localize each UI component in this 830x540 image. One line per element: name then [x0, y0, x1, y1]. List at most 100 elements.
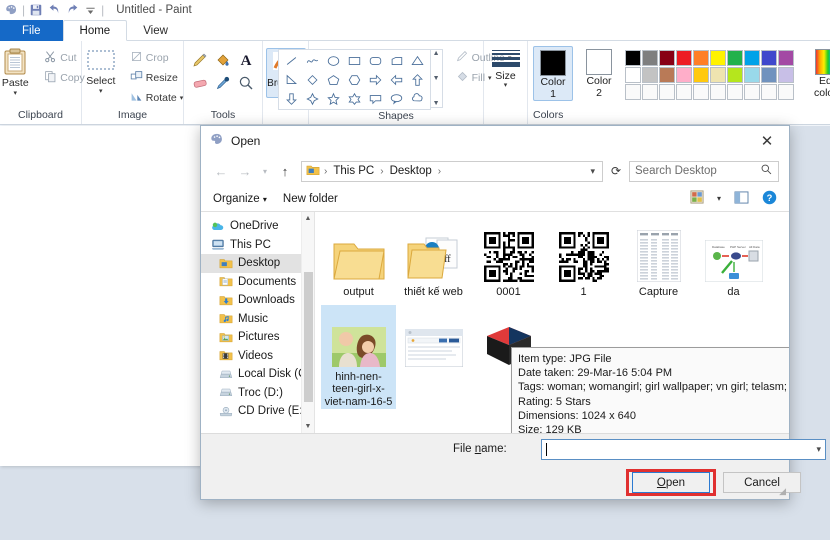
shape-right-arrow-icon[interactable] [365, 70, 386, 89]
sidebar-item-documents[interactable]: Documents [201, 273, 314, 292]
shape-left-arrow-icon[interactable] [386, 70, 407, 89]
organize-button[interactable]: Organize ▾ [213, 193, 267, 205]
palette-swatch-r2-8[interactable] [761, 67, 777, 83]
refresh-icon[interactable]: ⟳ [607, 164, 625, 178]
size-button[interactable]: Size ▾ [486, 46, 526, 89]
sidebar-item-downloads[interactable]: Downloads [201, 291, 314, 310]
file-item[interactable]: Capture [621, 220, 696, 299]
file-name-dropdown-icon[interactable]: ▾ [816, 444, 821, 455]
crop-button[interactable]: Crop [127, 49, 186, 67]
file-list-pane[interactable]: outputpdffethiết kế web00011CaptureDatab… [315, 212, 789, 433]
palette-swatch-r2-7[interactable] [744, 67, 760, 83]
sidebar-item-desktop[interactable]: Desktop [201, 254, 314, 273]
shape-oval-icon[interactable] [323, 51, 344, 70]
palette-swatch-r1-6[interactable] [727, 50, 743, 66]
palette-swatch-r2-3[interactable] [676, 67, 692, 83]
cancel-button[interactable]: Cancel [723, 472, 801, 493]
shape-rectangle-icon[interactable] [344, 51, 365, 70]
view-options-icon[interactable] [690, 190, 704, 207]
help-icon[interactable]: ? [762, 190, 777, 208]
file-item[interactable]: DatabasePHP ServerAll Datada [696, 220, 771, 299]
save-icon[interactable] [29, 3, 43, 17]
file-name-input[interactable]: ▾ [541, 439, 826, 460]
color-palette[interactable] [625, 46, 794, 100]
text-tool[interactable]: A [235, 50, 257, 72]
shape-polygon-icon[interactable] [386, 51, 407, 70]
magnifier-tool[interactable] [235, 73, 257, 95]
breadcrumb-item-desktop[interactable]: Desktop [388, 165, 434, 177]
shape-triangle-icon[interactable] [407, 51, 428, 70]
new-folder-button[interactable]: New folder [283, 193, 338, 205]
shape-diamond-icon[interactable] [302, 70, 323, 89]
resize-button[interactable]: Resize [127, 69, 186, 87]
shape-line-icon[interactable] [281, 51, 302, 70]
open-button[interactable]: Open [632, 472, 710, 493]
shapes-scroll-up-icon[interactable]: ▲ [433, 50, 440, 57]
undo-icon[interactable] [47, 3, 61, 17]
sidebar-item-music[interactable]: Music [201, 310, 314, 329]
select-button[interactable]: Select ▾ [79, 46, 123, 95]
palette-swatch-r1-5[interactable] [710, 50, 726, 66]
shapes-expand-icon[interactable]: ▼ [433, 100, 440, 107]
shape-hexagon-icon[interactable] [344, 70, 365, 89]
palette-swatch-r3-5[interactable] [710, 84, 726, 100]
fill-tool[interactable] [212, 50, 234, 72]
forward-button[interactable]: → [235, 161, 255, 181]
shape-pentagon-icon[interactable] [323, 70, 344, 89]
nav-scroll-up-icon[interactable]: ▲ [302, 212, 314, 225]
edit-colors-button[interactable]: Edit colors [808, 46, 830, 99]
rotate-caret-icon[interactable]: ▾ [180, 96, 184, 102]
breadcrumb-item-thispc[interactable]: This PC [331, 165, 376, 177]
file-item[interactable]: pdffethiết kế web [396, 220, 471, 299]
palette-swatch-r3-3[interactable] [676, 84, 692, 100]
palette-swatch-r1-2[interactable] [659, 50, 675, 66]
shape-up-arrow-icon[interactable] [407, 70, 428, 89]
paste-caret-icon[interactable]: ▾ [13, 91, 17, 97]
palette-swatch-r3-6[interactable] [727, 84, 743, 100]
palette-swatch-r1-7[interactable] [744, 50, 760, 66]
palette-swatch-r2-6[interactable] [727, 67, 743, 83]
select-caret-icon[interactable]: ▾ [99, 89, 103, 95]
palette-swatch-r2-0[interactable] [625, 67, 641, 83]
sidebar-item-local-disk-c[interactable]: Local Disk (C:) [201, 365, 314, 384]
file-item[interactable]: 1 [546, 220, 621, 299]
palette-swatch-r2-2[interactable] [659, 67, 675, 83]
file-item[interactable]: 0001 [471, 220, 546, 299]
palette-swatch-r3-4[interactable] [693, 84, 709, 100]
eraser-tool[interactable] [189, 73, 211, 95]
redo-icon[interactable] [65, 3, 79, 17]
palette-swatch-r3-1[interactable] [642, 84, 658, 100]
color1-button[interactable]: Color 1 [533, 46, 573, 101]
palette-swatch-r3-2[interactable] [659, 84, 675, 100]
palette-swatch-r1-8[interactable] [761, 50, 777, 66]
preview-pane-icon[interactable] [734, 191, 749, 207]
view-options-caret-icon[interactable]: ▾ [717, 194, 721, 203]
palette-swatch-r2-4[interactable] [693, 67, 709, 83]
file-item[interactable] [396, 305, 471, 409]
shape-four-point-star-icon[interactable] [302, 89, 323, 108]
palette-swatch-r3-0[interactable] [625, 84, 641, 100]
palette-swatch-r1-0[interactable] [625, 50, 641, 66]
shapes-scroll-down-icon[interactable]: ▼ [433, 75, 440, 82]
file-item[interactable]: hinh-nen-teen-girl-x-viet-nam-16-5 [321, 305, 396, 409]
pencil-tool[interactable] [189, 50, 211, 72]
color-picker-tool[interactable] [212, 73, 234, 95]
palette-swatch-r1-4[interactable] [693, 50, 709, 66]
recent-locations-button[interactable]: ▾ [259, 161, 271, 181]
file-item[interactable]: output [321, 220, 396, 299]
sidebar-item-pictures[interactable]: Pictures [201, 328, 314, 347]
palette-swatch-r1-1[interactable] [642, 50, 658, 66]
close-icon[interactable]: ✕ [745, 126, 789, 156]
resize-grip[interactable]: ◢ [779, 486, 786, 497]
palette-swatch-r3-9[interactable] [778, 84, 794, 100]
shape-cloud-callout-icon[interactable] [407, 89, 428, 108]
tab-home[interactable]: Home [63, 20, 128, 41]
shape-rounded-rectangle-icon[interactable] [365, 51, 386, 70]
palette-swatch-r2-5[interactable] [710, 67, 726, 83]
sidebar-item-this-pc[interactable]: This PC [201, 236, 314, 255]
sidebar-item-videos[interactable]: Videos [201, 347, 314, 366]
sidebar-item-onedrive[interactable]: OneDrive [201, 217, 314, 236]
shape-five-point-star-icon[interactable] [323, 89, 344, 108]
tab-view[interactable]: View [127, 20, 184, 41]
palette-swatch-r2-1[interactable] [642, 67, 658, 83]
